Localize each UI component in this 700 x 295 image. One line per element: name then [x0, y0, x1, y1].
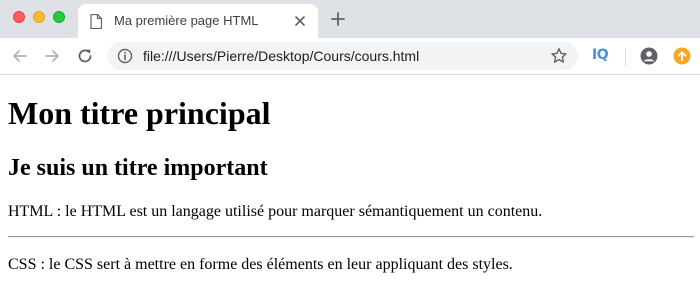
toolbar-divider [625, 48, 626, 66]
update-arrow-icon[interactable] [673, 47, 691, 65]
reload-icon[interactable] [76, 47, 94, 65]
horizontal-rule [8, 236, 694, 238]
info-icon[interactable] [117, 48, 133, 64]
bookmark-star-icon[interactable] [550, 47, 568, 65]
url-text[interactable]: file:///Users/Pierre/Desktop/Cours/cours… [143, 48, 419, 64]
page-content: Mon titre principal Je suis un titre imp… [0, 75, 700, 295]
paragraph-css: CSS : le CSS sert à mettre en forme des … [8, 256, 513, 273]
tab-title: Ma première page HTML [114, 13, 259, 28]
window-zoom-button[interactable] [53, 11, 65, 23]
address-bar[interactable]: file:///Users/Pierre/Desktop/Cours/cours… [107, 42, 578, 70]
profile-avatar-icon[interactable] [640, 47, 658, 65]
window-close-button[interactable] [13, 11, 25, 23]
new-tab-icon[interactable] [331, 12, 345, 26]
page-heading-main: Mon titre principal [8, 95, 271, 131]
document-icon [90, 14, 102, 29]
paragraph-html: HTML : le HTML est un langage utilisé po… [8, 203, 543, 220]
forward-arrow-icon[interactable] [43, 47, 61, 65]
page-heading-secondary: Je suis un titre important [8, 155, 268, 181]
back-arrow-icon[interactable] [11, 47, 29, 65]
browser-toolbar: file:///Users/Pierre/Desktop/Cours/cours… [0, 38, 700, 75]
close-icon[interactable] [294, 15, 306, 27]
extension-iq-icon[interactable]: IQ [592, 47, 609, 63]
window-minimize-button[interactable] [33, 11, 45, 23]
tab-strip: Ma première page HTML [0, 0, 700, 38]
tab-active[interactable]: Ma première page HTML [78, 4, 318, 38]
